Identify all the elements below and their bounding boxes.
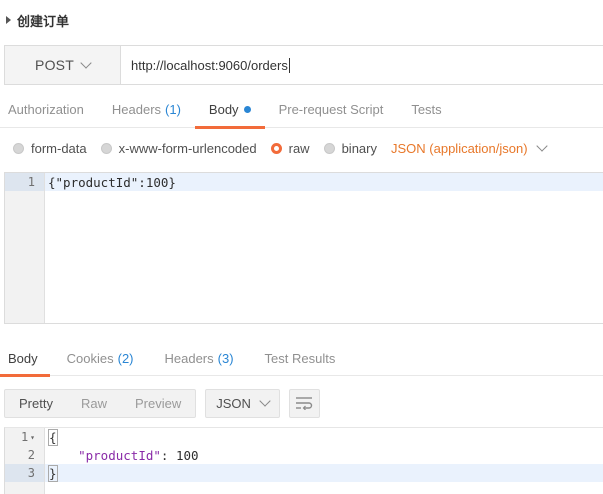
line-number: 2 — [27, 448, 35, 462]
json-value: 100 — [175, 447, 199, 463]
code-area[interactable]: {"productId":100} — [45, 173, 603, 323]
line-number: 1 ▾ — [5, 428, 44, 446]
option-label: binary — [341, 140, 377, 156]
open-brace: { — [48, 428, 58, 446]
tab-label: Authorization — [8, 102, 84, 117]
text-cursor — [288, 57, 290, 73]
option-label: raw — [288, 140, 310, 156]
response-body-viewer[interactable]: 1 ▾ 2 3 { "productId": 100 } — [4, 427, 603, 494]
line-number-text: 1 — [20, 430, 29, 444]
option-binary[interactable]: binary — [323, 140, 377, 156]
format-label: JSON — [216, 395, 251, 411]
method-select[interactable]: POST — [5, 46, 121, 84]
option-label: x-www-form-urlencoded — [118, 140, 257, 156]
tab-label: Body — [8, 351, 38, 366]
response-tabs: Body Cookies (2) Headers (3) Test Result… — [0, 342, 603, 377]
tab-label: Tests — [411, 102, 442, 117]
tab-response-body[interactable]: Body — [0, 342, 50, 377]
request-title-row[interactable]: 创建订单 — [0, 0, 603, 40]
format-dropdown[interactable]: JSON — [205, 388, 280, 418]
tab-label: Test Results — [264, 351, 336, 366]
url-text: http://localhost:9060/orders — [131, 57, 288, 73]
line-number: 1 — [5, 173, 44, 191]
line-number: 3 — [5, 464, 44, 482]
chevron-down-icon — [80, 56, 92, 69]
tab-cookies[interactable]: Cookies (2) — [50, 342, 148, 376]
content-type-dropdown[interactable]: JSON (application/json) — [391, 139, 548, 156]
tab-response-headers[interactable]: Headers (3) — [148, 342, 248, 376]
request-body-editor[interactable]: 1 {"productId":100} — [4, 172, 603, 324]
tab-label: Cookies — [66, 351, 114, 366]
tab-count-badge: (3) — [217, 351, 234, 366]
line-gutter: 1 — [5, 173, 45, 323]
line-gutter: 1 ▾ 2 3 — [5, 428, 45, 494]
url-bar: POST http://localhost:9060/orders — [4, 45, 603, 85]
tab-count-badge: (2) — [117, 351, 134, 366]
tab-body[interactable]: Body — [194, 92, 265, 129]
tab-count-badge: (1) — [165, 102, 181, 117]
code-line: } — [45, 464, 603, 482]
request-tabs: Authorization Headers (1) Body Pre-reque… — [0, 92, 603, 129]
wrap-lines-icon — [296, 397, 313, 410]
tab-test-results[interactable]: Test Results — [248, 342, 350, 376]
code-line: {"productId":100} — [45, 173, 603, 191]
request-json-text: {"productId":100} — [48, 174, 176, 190]
option-urlencoded[interactable]: x-www-form-urlencoded — [100, 140, 257, 156]
tab-tests[interactable]: Tests — [397, 92, 455, 128]
radio-selected-icon[interactable] — [270, 142, 282, 154]
radio-icon[interactable] — [323, 142, 335, 154]
wrap-lines-button[interactable] — [288, 388, 320, 418]
mode-pretty-button[interactable]: Pretty — [5, 390, 67, 417]
code-area[interactable]: { "productId": 100 } — [45, 428, 603, 494]
chevron-down-icon — [535, 139, 548, 152]
collapse-caret-icon[interactable] — [6, 16, 11, 24]
close-brace: } — [48, 464, 58, 482]
option-form-data[interactable]: form-data — [13, 141, 87, 156]
tab-pre-request-script[interactable]: Pre-request Script — [265, 92, 398, 128]
tab-label: Pre-request Script — [278, 102, 384, 117]
mode-raw-button[interactable]: Raw — [67, 390, 121, 417]
tab-label: Headers — [164, 351, 214, 366]
code-line: "productId": 100 — [78, 447, 199, 463]
radio-icon[interactable] — [13, 142, 24, 154]
tab-authorization[interactable]: Authorization — [0, 92, 98, 128]
option-raw[interactable]: raw — [270, 140, 310, 156]
code-line: { — [45, 428, 603, 446]
option-label: form-data — [31, 140, 87, 156]
tab-label: Body — [208, 102, 239, 117]
request-title: 创建订单 — [17, 14, 70, 30]
tab-label: Headers — [111, 102, 162, 117]
chevron-down-icon — [259, 394, 271, 407]
method-label: POST — [35, 57, 74, 73]
content-type-label: JSON (application/json) — [391, 140, 528, 156]
mode-preview-button[interactable]: Preview — [121, 390, 195, 417]
json-key: "productId" — [78, 447, 161, 463]
body-type-options: form-data x-www-form-urlencoded raw bina… — [0, 136, 603, 160]
modified-dot-icon — [243, 106, 251, 113]
tab-headers[interactable]: Headers (1) — [98, 92, 195, 128]
fold-arrow-icon[interactable]: ▾ — [30, 433, 35, 442]
response-toolbar: Pretty Raw Preview JSON — [4, 388, 320, 418]
url-input[interactable]: http://localhost:9060/orders — [121, 46, 603, 84]
radio-icon[interactable] — [100, 142, 112, 154]
view-mode-group: Pretty Raw Preview — [4, 388, 197, 418]
